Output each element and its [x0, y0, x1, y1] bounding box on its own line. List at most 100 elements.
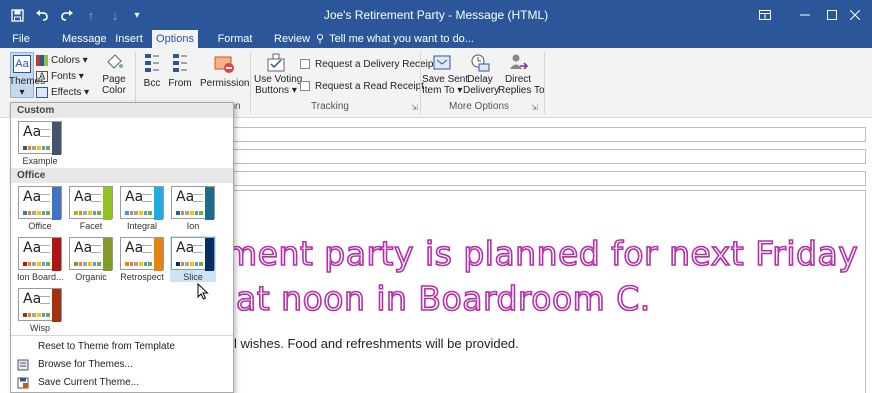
- theme-preview-text: Aa: [23, 189, 42, 205]
- theme-option-label: Ion: [186, 221, 200, 231]
- tab-insert[interactable]: Insert: [110, 30, 148, 48]
- message-body-text: l wishes. Food and refreshments will be …: [234, 336, 519, 351]
- dropdown-separator: [11, 335, 233, 336]
- theme-color-bars: [176, 262, 204, 266]
- redo-icon[interactable]: [56, 0, 78, 30]
- reset-theme-item[interactable]: Reset to Theme from Template: [11, 339, 233, 355]
- theme-option[interactable]: Aa Organic: [68, 236, 114, 282]
- save-sent-label-2: Item To ▾: [422, 85, 463, 96]
- theme-option[interactable]: Aa Retrospect: [119, 236, 165, 282]
- theme-preview-icon: Aa: [69, 186, 113, 220]
- theme-preview-text: Aa: [125, 240, 144, 256]
- permission-button[interactable]: Permission: [200, 52, 249, 98]
- browse-themes-item[interactable]: Browse for Themes...: [11, 357, 233, 373]
- theme-preview-text: Aa: [125, 189, 144, 205]
- theme-preview-lines: [40, 296, 50, 304]
- themes-button[interactable]: Aa Themes ▾: [9, 52, 46, 98]
- theme-option[interactable]: Aa Facet: [68, 185, 114, 231]
- colors-label: Colors: [51, 54, 80, 66]
- browse-themes-icon: [17, 359, 29, 371]
- read-receipt-checkbox[interactable]: Request a Read Receipt: [300, 78, 424, 94]
- undo-icon[interactable]: [31, 0, 53, 30]
- customize-qat-icon[interactable]: ▾: [126, 0, 148, 30]
- tab-review[interactable]: Review: [270, 30, 310, 48]
- theme-color-bars: [23, 211, 51, 215]
- theme-accent-swatch: [103, 187, 112, 220]
- read-receipt-label: Request a Read Receipt: [315, 80, 424, 92]
- dialog-launcher-icon[interactable]: ⇲: [531, 103, 538, 112]
- theme-option[interactable]: Aa Integral: [119, 185, 165, 231]
- to-field[interactable]: [232, 127, 866, 142]
- voting-label-2: Buttons ▾: [255, 85, 297, 96]
- fonts-icon: A: [36, 70, 48, 82]
- colors-button[interactable]: Colors ▾: [36, 52, 88, 68]
- direct-replies-button[interactable]: Direct Replies To: [498, 52, 545, 98]
- page-color-label-2: Color: [102, 85, 126, 96]
- themes-label: Themes: [9, 76, 46, 87]
- save-theme-item[interactable]: Save Current Theme...: [11, 375, 233, 391]
- from-button[interactable]: From: [167, 52, 193, 98]
- save-sent-item-button[interactable]: Save Sent Item To ▾: [422, 52, 468, 98]
- use-voting-buttons[interactable]: Use Voting Buttons ▾: [254, 52, 302, 98]
- save-icon[interactable]: [6, 0, 28, 30]
- theme-preview-lines: [193, 194, 203, 202]
- theme-preview-icon: Aa: [171, 186, 215, 220]
- permission-icon: [214, 56, 234, 73]
- tell-me-box[interactable]: ⚲ Tell me what you want to do...: [316, 30, 474, 48]
- theme-accent-swatch: [154, 187, 163, 220]
- outlook-message-window: ↑ ↓ ▾ Joe's Retirement Party - Message (…: [0, 0, 872, 393]
- theme-option-label: Example: [22, 156, 58, 166]
- theme-option-label: Ion Board...: [17, 272, 63, 282]
- theme-preview-icon: Aa: [171, 237, 215, 271]
- tracking-group-label: Tracking: [311, 101, 349, 112]
- tab-message[interactable]: Message: [58, 30, 107, 48]
- ribbon-display-options-icon[interactable]: [746, 0, 784, 30]
- bcc-label: Bcc: [143, 78, 161, 89]
- cc-field[interactable]: [232, 149, 866, 164]
- save-sent-label-2-text: Item To: [422, 85, 455, 96]
- more-options-group-label: More Options: [448, 101, 510, 112]
- fonts-label: Fonts: [51, 70, 77, 82]
- theme-preview-text: Aa: [23, 291, 42, 307]
- theme-color-bars: [125, 211, 153, 215]
- up-arrow-icon[interactable]: ↑: [80, 0, 102, 30]
- bcc-button[interactable]: Bcc: [140, 52, 164, 98]
- theme-preview-lines: [142, 194, 152, 202]
- theme-preview-icon: Aa: [120, 186, 164, 220]
- message-heading-line-1: ment party is planned for next Friday: [232, 233, 859, 274]
- title-bar: ↑ ↓ ▾ Joe's Retirement Party - Message (…: [0, 0, 872, 30]
- delay-delivery-icon: [471, 54, 490, 72]
- theme-preview-lines: [40, 245, 50, 253]
- theme-option[interactable]: Aa Slice: [170, 236, 216, 282]
- delay-delivery-button[interactable]: Delay Delivery: [463, 52, 499, 98]
- theme-color-bars: [23, 146, 51, 150]
- delivery-receipt-checkbox[interactable]: Request a Delivery Receipt: [300, 56, 436, 72]
- theme-option[interactable]: Aa Ion: [170, 185, 216, 231]
- theme-option[interactable]: Aa Ion Board...: [17, 236, 63, 282]
- tab-file[interactable]: File: [6, 30, 36, 48]
- colors-icon: [36, 54, 48, 66]
- theme-accent-swatch: [205, 238, 214, 271]
- theme-accent-swatch: [52, 187, 61, 220]
- theme-color-bars: [74, 211, 102, 215]
- close-icon[interactable]: [836, 0, 872, 30]
- page-color-button[interactable]: Page Color: [100, 52, 128, 98]
- theme-option[interactable]: Aa Wisp: [17, 287, 63, 333]
- fonts-button[interactable]: A Fonts ▾: [36, 68, 84, 84]
- theme-accent-swatch: [52, 238, 61, 271]
- from-icon: [173, 54, 187, 72]
- tab-options[interactable]: Options: [152, 30, 198, 48]
- theme-preview-lines: [91, 245, 101, 253]
- subject-field[interactable]: [232, 171, 866, 186]
- theme-preview-lines: [91, 194, 101, 202]
- theme-option[interactable]: Aa Example: [17, 120, 63, 166]
- theme-preview-text: Aa: [23, 124, 42, 140]
- tab-format-text[interactable]: Format Text: [204, 30, 266, 63]
- dialog-launcher-icon[interactable]: ⇲: [411, 103, 418, 112]
- effects-button[interactable]: Effects ▾: [36, 84, 89, 100]
- down-arrow-icon[interactable]: ↓: [104, 0, 126, 30]
- message-body[interactable]: ment party is planned for next Friday at…: [232, 190, 866, 393]
- theme-option[interactable]: Aa Office: [17, 185, 63, 231]
- theme-preview-icon: Aa: [18, 121, 62, 155]
- checkbox-icon: [300, 81, 310, 91]
